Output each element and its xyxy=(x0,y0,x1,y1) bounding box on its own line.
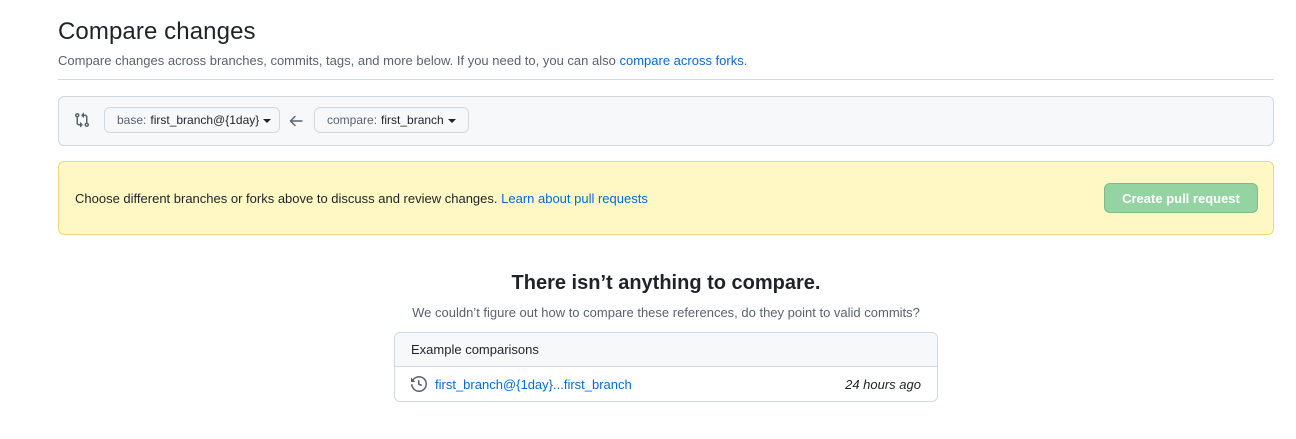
flash-notice: Choose different branches or forks above… xyxy=(58,161,1274,235)
create-pull-request-button[interactable]: Create pull request xyxy=(1104,183,1258,213)
compare-across-forks-link[interactable]: compare across forks xyxy=(619,53,743,68)
compare-prefix: compare: xyxy=(327,113,378,127)
compare-branch-select[interactable]: compare: first_branch xyxy=(314,107,469,133)
flash-message: Choose different branches or forks above… xyxy=(75,191,648,206)
example-comparisons-heading: Example comparisons xyxy=(395,333,937,367)
flash-message-text: Choose different branches or forks above… xyxy=(75,191,502,206)
caret-down-icon xyxy=(263,118,272,123)
blankslate-title: There isn’t anything to compare. xyxy=(511,272,821,294)
learn-pull-requests-link[interactable]: Learn about pull requests xyxy=(501,191,648,206)
example-comparisons-box: Example comparisons first_branch@{1day}.… xyxy=(394,332,938,402)
caret-down-icon xyxy=(447,118,456,123)
page-title: Compare changes xyxy=(58,18,256,45)
compare-branch-name: first_branch xyxy=(381,113,444,127)
blankslate-description: We couldn’t figure out how to compare th… xyxy=(412,305,920,320)
history-icon xyxy=(411,376,427,392)
page-subtitle: Compare changes across branches, commits… xyxy=(58,53,747,68)
base-branch-select[interactable]: base: first_branch@{1day} xyxy=(104,107,280,133)
git-compare-icon xyxy=(75,112,90,128)
base-branch-name: first_branch@{1day} xyxy=(150,113,260,127)
example-comparison-time: 24 hours ago xyxy=(845,376,921,392)
range-editor: base: first_branch@{1day} compare: first… xyxy=(58,96,1274,146)
header-divider xyxy=(58,79,1274,80)
list-item[interactable]: first_branch@{1day}...first_branch 24 ho… xyxy=(395,367,937,401)
compare-page: Compare changes Compare changes across b… xyxy=(0,0,1296,439)
example-comparison-link[interactable]: first_branch@{1day}...first_branch xyxy=(435,377,632,392)
subtitle-text: Compare changes across branches, commits… xyxy=(58,53,620,68)
subtitle-suffix: . xyxy=(743,53,748,68)
arrow-left-icon xyxy=(289,115,303,127)
base-prefix: base: xyxy=(117,113,147,127)
